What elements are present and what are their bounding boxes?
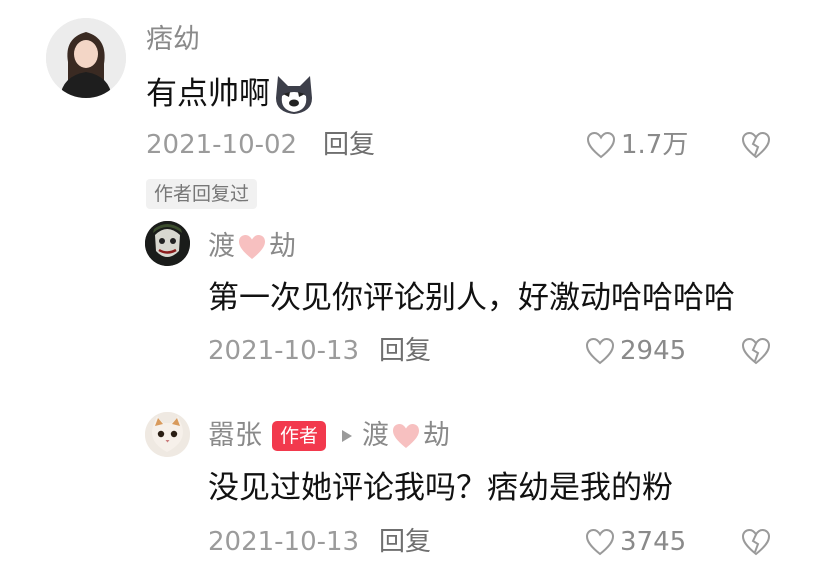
heart-outline-icon	[586, 131, 616, 159]
avatar-cat-image	[145, 412, 190, 457]
dislike-button[interactable]	[740, 336, 772, 370]
reply-to-username-part[interactable]: 劫	[423, 420, 450, 452]
reply-header: 嚣张 作者 渡 劫	[208, 420, 450, 452]
comment-date: 2021-10-02	[146, 130, 298, 160]
author-badge: 作者	[272, 421, 327, 451]
triangle-right-icon	[342, 430, 353, 442]
broken-heart-icon	[741, 337, 771, 365]
reply-text: 第一次见你评论别人，好激动哈哈哈哈	[208, 280, 735, 316]
avatar-joker-image	[145, 221, 190, 266]
like-button[interactable]: 1.7万	[585, 130, 688, 160]
comment-username[interactable]: 痞幼	[146, 24, 200, 56]
avatar-dujie[interactable]	[145, 221, 190, 266]
reply-username[interactable]: 嚣张	[208, 420, 262, 452]
like-button[interactable]: 3745	[584, 527, 686, 557]
reply-text: 没见过她评论我吗？痞幼是我的粉	[208, 470, 673, 506]
reply-button[interactable]: 回复	[323, 130, 375, 160]
reply-username-part: 渡	[208, 231, 235, 262]
dislike-button[interactable]	[740, 527, 772, 561]
reply-date: 2021-10-13	[208, 336, 360, 366]
reply-button[interactable]: 回复	[379, 336, 431, 366]
reply-button[interactable]: 回复	[379, 527, 431, 557]
comment-text: 有点帅啊	[146, 76, 270, 112]
like-button[interactable]: 2945	[584, 336, 686, 366]
heart-outline-icon	[585, 337, 615, 365]
broken-heart-icon	[741, 131, 771, 159]
broken-heart-icon	[741, 528, 771, 556]
author-replied-badge: 作者回复过	[146, 179, 258, 209]
reply-to-username-part[interactable]: 渡	[362, 420, 389, 452]
pink-heart-icon	[239, 235, 265, 259]
avatar-xiaozhang[interactable]	[145, 412, 190, 457]
husky-dog-emoji-icon	[276, 76, 312, 114]
reply-date: 2021-10-13	[208, 527, 360, 557]
heart-outline-icon	[585, 528, 615, 556]
pink-heart-icon	[393, 424, 420, 448]
dislike-button[interactable]	[740, 130, 772, 164]
like-count: 1.7万	[621, 130, 689, 160]
reply-username-part: 劫	[269, 231, 296, 262]
like-count: 3745	[620, 527, 687, 557]
avatar-woman-image	[46, 18, 126, 98]
like-count: 2945	[620, 336, 687, 366]
avatar-piyou[interactable]	[46, 18, 126, 98]
reply-username[interactable]: 渡 劫	[208, 231, 296, 263]
comment-text-row: 有点帅啊	[146, 72, 316, 116]
